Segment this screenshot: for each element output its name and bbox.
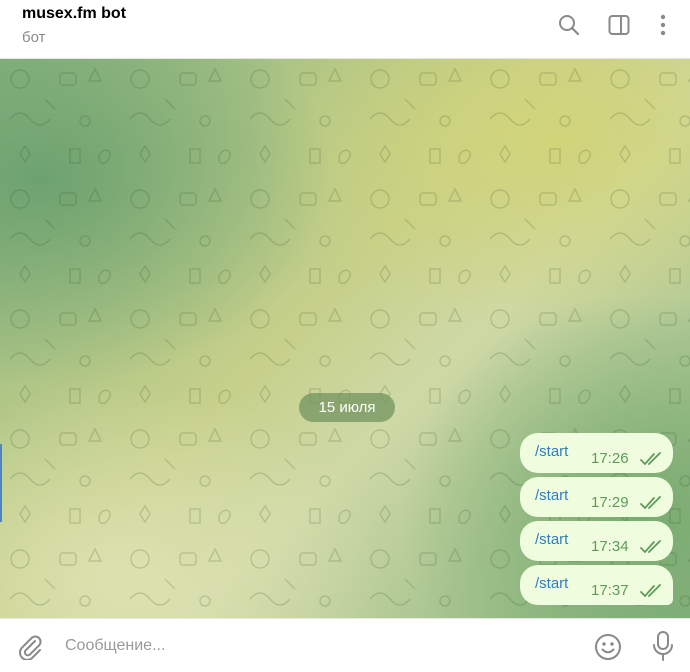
message-input[interactable] <box>65 633 565 659</box>
message-bubble[interactable]: /start 17:29 <box>520 477 673 517</box>
message-time: 17:34 <box>591 538 629 555</box>
chat-subtitle: бот <box>22 29 46 46</box>
message-bubble[interactable]: /start 17:26 <box>520 433 673 473</box>
search-button[interactable] <box>554 10 584 40</box>
message-composer <box>0 618 690 672</box>
message-command-link[interactable]: /start <box>535 531 568 549</box>
message-time: 17:37 <box>591 582 629 599</box>
double-check-icon <box>640 540 661 554</box>
sidebar-toggle-button[interactable] <box>604 10 634 40</box>
emoji-icon <box>595 634 621 660</box>
scroll-indicator <box>0 444 2 522</box>
sidebar-toggle-icon <box>608 15 630 35</box>
voice-record-button[interactable] <box>648 629 678 663</box>
double-check-icon <box>640 584 661 598</box>
message-time: 17:26 <box>591 450 629 467</box>
double-check-icon <box>640 452 661 466</box>
message-bubble[interactable]: /start 17:34 <box>520 521 673 561</box>
message-command-link[interactable]: /start <box>535 575 568 593</box>
message-list[interactable]: 15 июля /start 17:26 /start 17:29 /start… <box>0 59 690 618</box>
message-command-link[interactable]: /start <box>535 443 568 461</box>
message-bubble[interactable]: /start 17:37 <box>520 565 673 605</box>
emoji-button[interactable] <box>592 631 624 663</box>
microphone-icon <box>653 631 673 661</box>
telegram-chat-window: musex.fm bot бот 15 июля /start 17:26 /s… <box>0 0 690 672</box>
attach-button[interactable] <box>14 631 44 661</box>
message-time: 17:29 <box>591 494 629 511</box>
double-check-icon <box>640 496 661 510</box>
chat-header: musex.fm bot бот <box>0 0 690 59</box>
more-vertical-icon <box>660 14 666 36</box>
chat-title[interactable]: musex.fm bot <box>22 4 126 24</box>
message-command-link[interactable]: /start <box>535 487 568 505</box>
date-separator: 15 июля <box>299 393 395 422</box>
paperclip-icon <box>19 635 42 660</box>
search-icon <box>559 15 580 36</box>
more-menu-button[interactable] <box>648 10 678 40</box>
